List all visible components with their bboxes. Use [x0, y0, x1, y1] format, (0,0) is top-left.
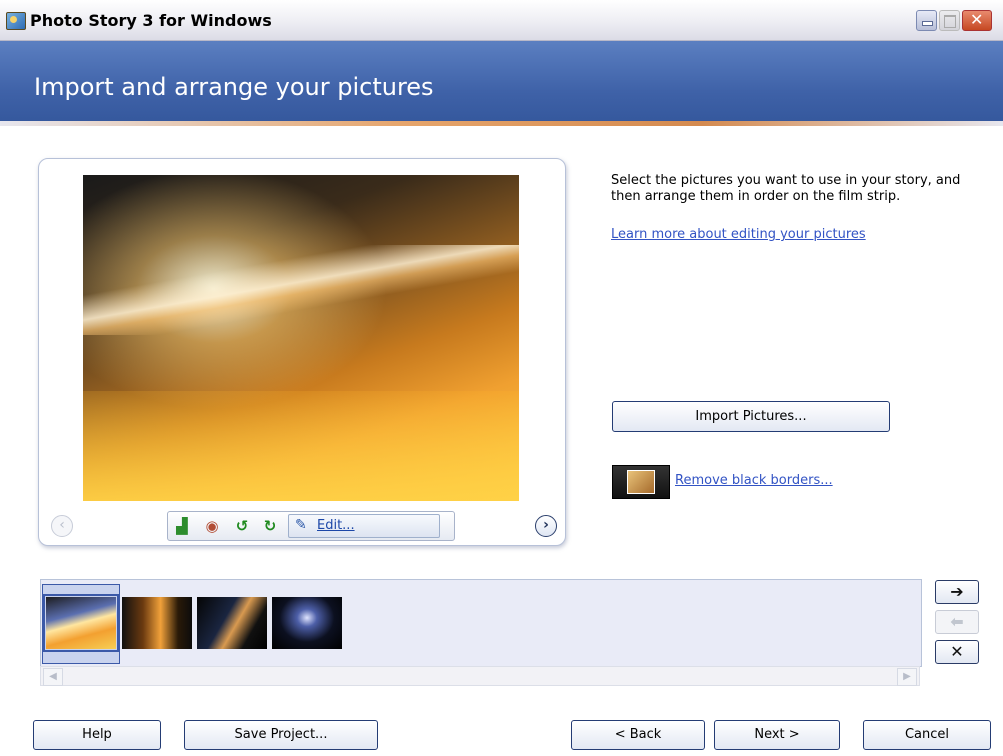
instructions-text: Select the pictures you want to use in y…	[611, 173, 961, 204]
scroll-right-icon[interactable]: ▶	[897, 668, 917, 686]
remove-borders-icon[interactable]	[612, 465, 670, 499]
auto-correct-levels-icon[interactable]: ▟	[172, 516, 192, 536]
import-pictures-button[interactable]: Import Pictures...	[612, 401, 890, 432]
back-button[interactable]: < Back	[571, 720, 705, 750]
scroll-left-icon[interactable]: ◀	[43, 668, 63, 686]
close-icon[interactable]	[962, 10, 992, 31]
remove-black-borders-link[interactable]: Remove black borders...	[675, 473, 833, 488]
save-project-button[interactable]: Save Project...	[184, 720, 378, 750]
thumbnail-light-trails-street[interactable]	[43, 594, 119, 652]
app-icon	[6, 12, 26, 30]
header-accent-bar	[0, 121, 1003, 126]
arrow-right-icon[interactable]: ➔	[935, 580, 979, 604]
thumbnail-tower-night-sky[interactable]	[272, 597, 342, 649]
picture-tools-toolbar: ▟ ◉ ↺ ↻ ✎ Edit...	[167, 511, 455, 541]
thumbnail-night-alley-lights[interactable]	[122, 597, 192, 649]
chevron-right-icon[interactable]: ›	[535, 515, 557, 537]
rotate-left-icon[interactable]: ↺	[232, 516, 252, 536]
minimize-icon[interactable]	[916, 10, 937, 31]
chevron-left-icon[interactable]: ‹	[51, 515, 73, 537]
delete-x-icon[interactable]: ✕	[935, 640, 979, 664]
title-bar: Photo Story 3 for Windows	[0, 0, 1003, 41]
thumbnail-building-at-night[interactable]	[197, 597, 267, 649]
picture-preview-panel: ‹ ▟ ◉ ↺ ↻ ✎ Edit... ›	[38, 158, 566, 546]
next-button[interactable]: Next >	[714, 720, 840, 750]
learn-more-link[interactable]: Learn more about editing your pictures	[611, 227, 866, 242]
rotate-right-icon[interactable]: ↻	[260, 516, 280, 536]
edit-button[interactable]: ✎ Edit...	[288, 514, 440, 538]
help-button[interactable]: Help	[33, 720, 161, 750]
edit-label: Edit...	[317, 518, 355, 533]
maximize-icon[interactable]	[939, 10, 960, 31]
red-eye-icon[interactable]: ◉	[202, 516, 222, 536]
edit-pencil-icon: ✎	[295, 517, 307, 533]
page-title: Import and arrange your pictures	[34, 73, 434, 101]
cancel-button[interactable]: Cancel	[863, 720, 991, 750]
preview-photo	[83, 175, 519, 501]
arrow-left-icon[interactable]: ⬅	[935, 610, 979, 634]
window-title: Photo Story 3 for Windows	[30, 11, 272, 30]
film-strip	[40, 579, 922, 667]
film-strip-scrollbar[interactable]: ◀ ▶	[40, 666, 920, 686]
